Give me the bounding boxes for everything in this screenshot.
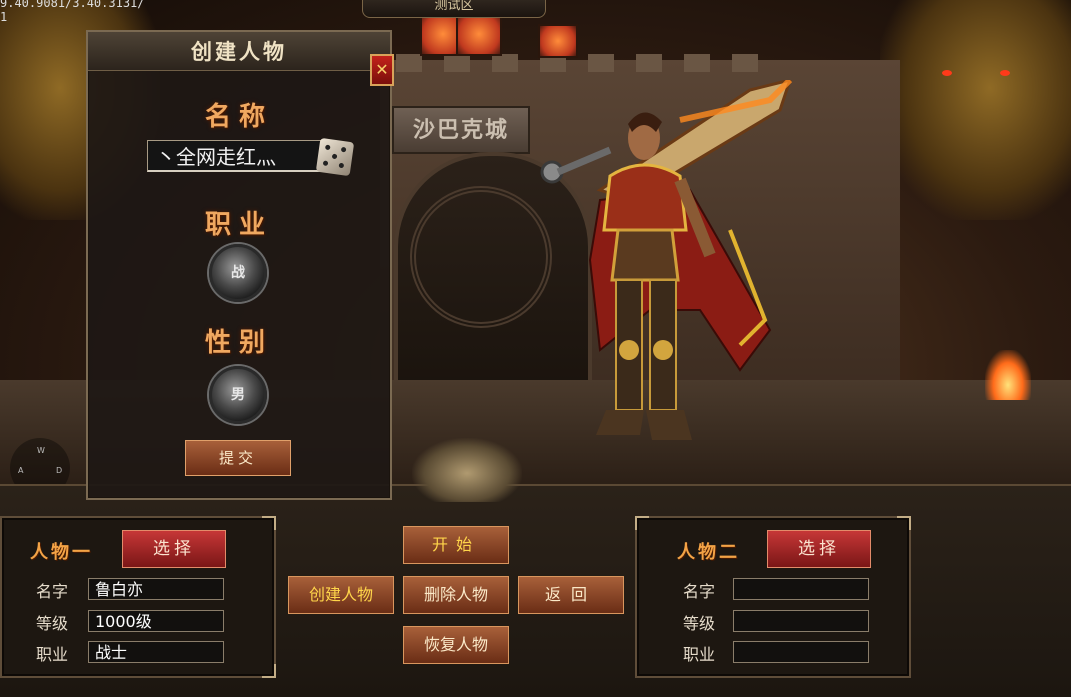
character-one-class-field: 战士 [88, 641, 224, 663]
class-row-label: 职业 [683, 645, 716, 664]
character-two-select-button[interactable]: 选择 [767, 530, 871, 568]
delete-character-button[interactable]: 删除人物 [403, 576, 509, 614]
character-two-panel: 人物二 选择 名字 等级 职业 [635, 516, 911, 678]
back-button[interactable]: 返回 [518, 576, 624, 614]
level-row-label: 等级 [36, 614, 69, 633]
gender-male-button[interactable]: 男 [209, 366, 267, 424]
dragon-eye [1000, 70, 1010, 76]
battlement [732, 54, 758, 72]
battlement [588, 54, 614, 72]
class-label: 职业 [204, 210, 273, 240]
dragon-eye [942, 70, 952, 76]
dragon-head-ornament [412, 438, 522, 502]
restore-character-button[interactable]: 恢复人物 [403, 626, 509, 664]
compass-w: W [37, 446, 45, 455]
character-one-level-field: 1000级 [88, 610, 224, 632]
compass: W A D S [10, 438, 70, 490]
submit-button[interactable]: 提交 [185, 440, 291, 476]
create-character-button[interactable]: 创建人物 [288, 576, 394, 614]
random-name-dice-icon[interactable] [315, 137, 355, 177]
compass-d: D [56, 466, 63, 475]
lantern [538, 24, 578, 58]
character-one-title: 人物一 [30, 542, 93, 563]
name-label: 名称 [204, 102, 273, 132]
character-two-name-field [733, 578, 869, 600]
close-icon[interactable]: ✕ [370, 54, 394, 86]
character-one-panel: 人物一 选择 名字 鲁白亦 等级 1000级 职业 战士 [0, 516, 276, 678]
character-two-level-field [733, 610, 869, 632]
battlement [396, 54, 422, 72]
level-row-label: 等级 [683, 614, 716, 633]
battlement [492, 54, 518, 72]
name-row-label: 名字 [683, 582, 716, 601]
compass-a: A [18, 466, 24, 475]
fire-effect [985, 350, 1031, 400]
castle-name-plaque: 沙巴克城 [392, 106, 530, 154]
create-character-panel: 创建人物 名称 丶全网走红灬 职业 战 性别 男 提交 [86, 30, 392, 500]
warrior-character-model [540, 80, 793, 440]
character-one-name-field: 鲁白亦 [88, 578, 224, 600]
corner-ornament [262, 516, 276, 530]
class-row-label: 职业 [36, 645, 69, 664]
panel-title: 创建人物 [88, 32, 390, 71]
right-dragon-statue [880, 0, 1071, 220]
character-two-title: 人物二 [677, 542, 740, 563]
character-one-select-button[interactable]: 选择 [122, 530, 226, 568]
start-button[interactable]: 开始 [403, 526, 509, 564]
server-tab[interactable]: 测试区 [362, 0, 546, 18]
battlement [684, 54, 710, 72]
corner-ornament [635, 516, 649, 530]
character-name-input[interactable]: 丶全网走红灬 [147, 140, 325, 172]
corner-ornament [897, 516, 911, 530]
corner-ornament [262, 664, 276, 678]
class-warrior-button[interactable]: 战 [209, 244, 267, 302]
debug-info-text: 9.40.9081/3.40.3131/ 1 [0, 0, 145, 24]
character-two-class-field [733, 641, 869, 663]
gender-label: 性别 [204, 328, 273, 358]
gate-ornament [410, 186, 552, 328]
battlement [636, 54, 662, 72]
battlement [444, 54, 470, 72]
name-row-label: 名字 [36, 582, 69, 601]
